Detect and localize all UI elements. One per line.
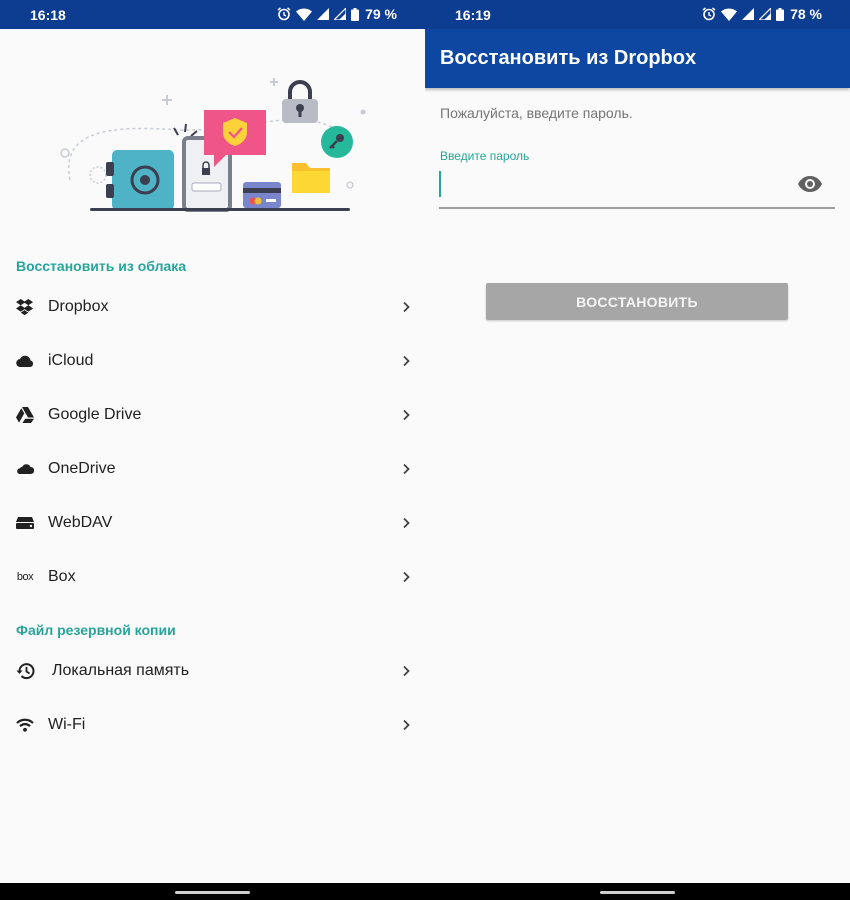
status-time: 16:18 [30,7,66,23]
menu-item-icloud[interactable]: iCloud [0,334,425,388]
text-cursor [439,171,441,197]
password-field [439,168,835,209]
show-password-icon[interactable] [797,173,823,195]
wifi-icon [15,715,35,735]
history-icon [15,661,35,681]
menu-item-label: Локальная память [52,662,190,679]
status-icons: 78 % [702,6,822,22]
box-logo-icon: box [16,571,34,583]
cell-signal-2-icon [334,8,347,20]
password-field-label: Введите пароль [440,149,530,163]
menu-item-dropbox[interactable]: Dropbox [0,280,425,334]
chevron-right-icon [403,719,410,731]
menu-item-label: iCloud [48,352,94,369]
restore-menu-screen: 16:18 79 % Восстановить из облака Dropbo… [0,0,425,900]
battery-percent: 78 % [790,6,822,22]
cell-signal-icon [742,8,755,20]
password-prompt: Пожалуйста, введите пароль. [440,105,633,121]
wifi-signal-icon [721,8,738,21]
chevron-right-icon [403,571,410,583]
status-bar: 16:19 78 % [425,0,850,29]
home-gesture-handle[interactable] [175,891,250,894]
google-drive-icon [15,405,35,425]
app-bar: Восстановить из Dropbox [425,29,850,88]
menu-item-label: WebDAV [48,514,113,531]
menu-item-label: Google Drive [48,406,142,423]
navigation-bar [425,883,850,900]
section-header-cloud: Восстановить из облака [16,258,187,274]
battery-percent: 79 % [365,6,397,22]
chevron-right-icon [403,409,410,421]
password-input[interactable] [439,168,789,200]
battery-icon [776,7,785,21]
chevron-right-icon [403,463,410,475]
navigation-bar [0,883,425,900]
menu-item-label: Wi-Fi [48,716,86,733]
menu-item-wifi[interactable]: Wi-Fi [0,698,425,752]
restore-button[interactable]: ВОССТАНОВИТЬ [486,283,788,320]
menu-item-box[interactable]: box Box [0,550,425,604]
alarm-icon [702,7,716,21]
chevron-right-icon [403,301,410,313]
chevron-right-icon [403,355,410,367]
home-gesture-handle[interactable] [600,891,675,894]
status-bar: 16:18 79 % [0,0,425,29]
server-icon [15,513,35,533]
cloud-icon [15,351,35,371]
alarm-icon [277,7,291,21]
dropbox-restore-screen: 16:19 78 % Восстановить из Dropbox Пожал… [425,0,850,900]
cell-signal-icon [317,8,330,20]
menu-item-local-storage[interactable]: Локальная память [0,644,425,698]
cell-signal-2-icon [759,8,772,20]
section-header-backup-file: Файл резервной копии [16,622,176,638]
menu-item-google-drive[interactable]: Google Drive [0,388,425,442]
page-title: Восстановить из Dropbox [440,47,697,69]
wifi-signal-icon [296,8,313,21]
menu-item-label: OneDrive [48,460,116,477]
menu-item-onedrive[interactable]: OneDrive [0,442,425,496]
menu-item-label: Box [48,568,76,585]
status-icons: 79 % [277,6,397,22]
status-time: 16:19 [455,7,491,23]
dropbox-icon [15,297,35,317]
backup-illustration [60,78,366,212]
menu-item-label: Dropbox [48,298,109,315]
chevron-right-icon [403,517,410,529]
battery-icon [351,7,360,21]
chevron-right-icon [403,665,410,677]
menu-item-webdav[interactable]: WebDAV [0,496,425,550]
onedrive-icon [15,459,35,479]
